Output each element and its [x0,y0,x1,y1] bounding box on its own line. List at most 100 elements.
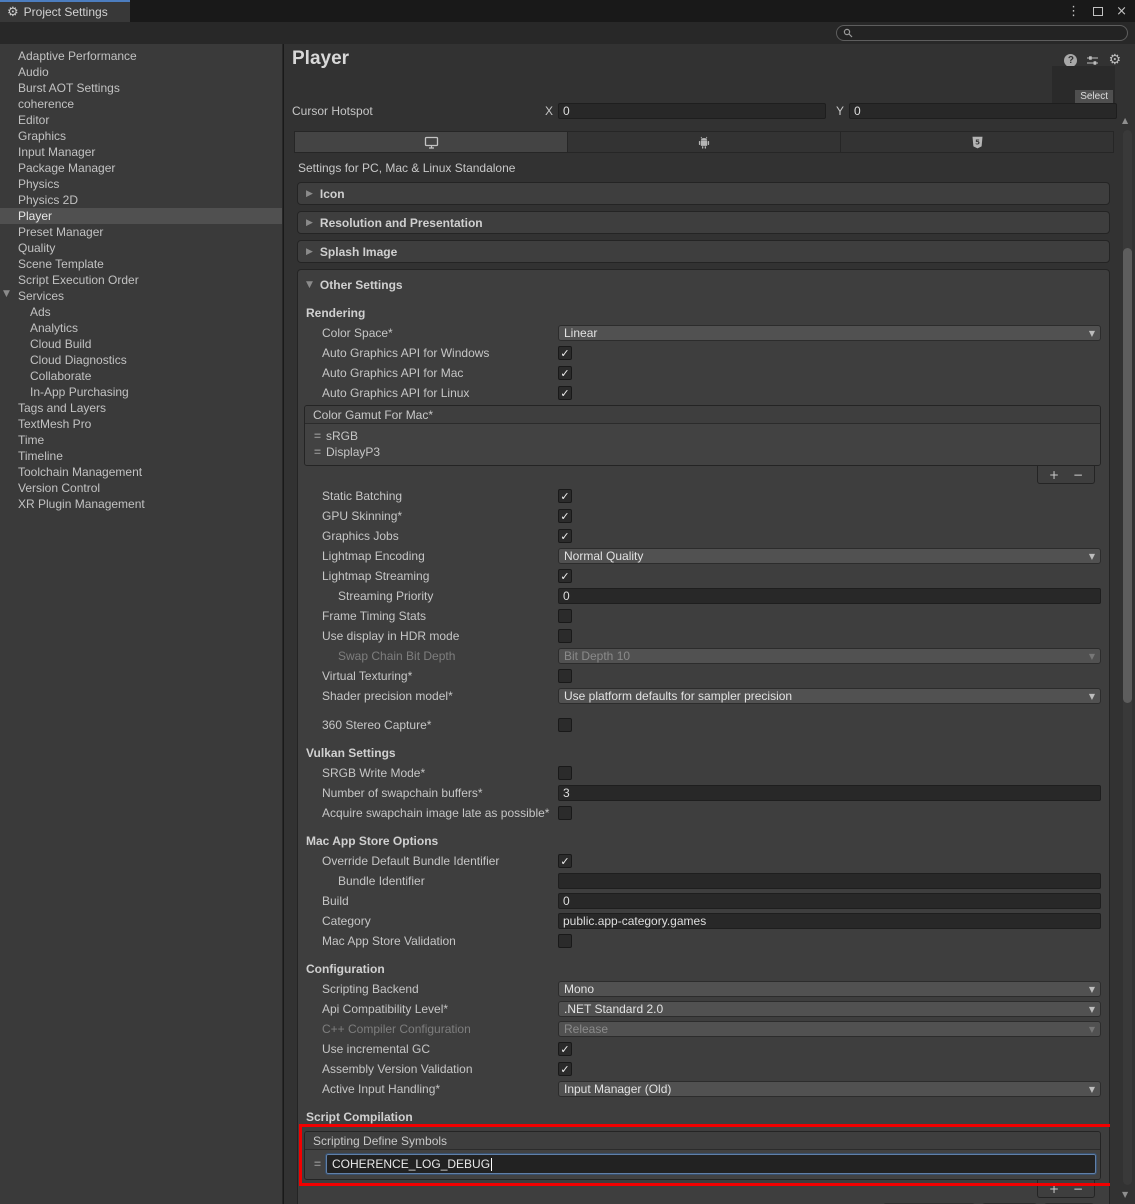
static-batching-checkbox[interactable]: ✓ [558,489,572,503]
project-settings-tab[interactable]: ⚙ Project Settings [0,2,130,22]
sidebar-item-package-manager[interactable]: Package Manager [0,160,282,176]
sidebar-item-burst-aot-settings[interactable]: Burst AOT Settings [0,80,282,96]
drag-handle-icon[interactable]: = [314,429,320,443]
tab-standalone[interactable] [295,132,568,152]
sidebar-item-cloud-build[interactable]: Cloud Build [0,336,282,352]
api-compatibility-level-dropdown[interactable]: .NET Standard 2.0▼ [558,1001,1101,1017]
hotspot-x-field[interactable]: 0 [558,103,826,119]
virtual-texturing-checkbox[interactable] [558,669,572,683]
sidebar-item-input-manager[interactable]: Input Manager [0,144,282,160]
scroll-down-icon[interactable]: ▼ [1122,1190,1128,1199]
sidebar-item-label: Adaptive Performance [18,49,137,63]
list-item[interactable]: =sRGB [305,428,1100,444]
build-field[interactable]: 0 [558,893,1101,909]
sidebar-item-collaborate[interactable]: Collaborate [0,368,282,384]
category-field[interactable]: public.app-category.games [558,913,1101,929]
sidebar-item-player[interactable]: Player [0,208,282,224]
sidebar-item-toolchain-management[interactable]: Toolchain Management [0,464,282,480]
lightmap-encoding-dropdown[interactable]: Normal Quality▼ [558,548,1101,564]
hotspot-x-label: X [545,104,553,118]
auto-graphics-api-for-linux-checkbox[interactable]: ✓ [558,386,572,400]
mac-app-store-validation-checkbox[interactable] [558,934,572,948]
add-item-button[interactable]: + [1049,469,1059,481]
window-menu-icon[interactable]: ⋮ [1067,4,1080,19]
expander-icon[interactable]: ▼ [3,289,10,299]
sidebar-item-editor[interactable]: Editor [0,112,282,128]
scrollbar-track[interactable] [1123,130,1132,1185]
other-settings-header[interactable]: ▼ Other Settings [304,275,1101,295]
remove-item-button[interactable]: − [1073,469,1083,481]
sidebar-item-tags-and-layers[interactable]: Tags and Layers [0,400,282,416]
sidebar-item-services[interactable]: ▼Services [0,288,282,304]
sidebar-item-ads[interactable]: Ads [0,304,282,320]
window-maximize-icon[interactable] [1093,7,1103,16]
sidebar-item-coherence[interactable]: coherence [0,96,282,112]
use-incremental-gc-checkbox[interactable]: ✓ [558,1042,572,1056]
active-input-handling-dropdown[interactable]: Input Manager (Old)▼ [558,1081,1101,1097]
section-splash-image[interactable]: ▶Splash Image [297,240,1110,263]
help-icon[interactable]: ? [1064,54,1077,67]
360-stereo-capture-checkbox[interactable] [558,718,572,732]
sidebar-item-label: Analytics [30,321,78,335]
sidebar-item-script-execution-order[interactable]: Script Execution Order [0,272,282,288]
override-default-bundle-identifier-checkbox[interactable]: ✓ [558,854,572,868]
lightmap-streaming-checkbox[interactable]: ✓ [558,569,572,583]
gear-icon[interactable]: ⚙ [1108,53,1121,67]
srgb-write-mode-checkbox[interactable] [558,766,572,780]
check-icon: ✓ [560,856,569,867]
color-space-dropdown[interactable]: Linear▼ [558,325,1101,341]
sidebar-item-physics[interactable]: Physics [0,176,282,192]
section-resolution-and-presentation[interactable]: ▶Resolution and Presentation [297,211,1110,234]
sidebar-item-cloud-diagnostics[interactable]: Cloud Diagnostics [0,352,282,368]
streaming-priority-field[interactable]: 0 [558,588,1101,604]
hotspot-y-field[interactable]: 0 [849,103,1117,119]
tab-android[interactable] [568,132,841,152]
sidebar-item-version-control[interactable]: Version Control [0,480,282,496]
other-settings-box: ▼ Other Settings RenderingColor Space*Li… [297,269,1110,1204]
define-symbol-input[interactable]: COHERENCE_LOG_DEBUG [326,1154,1096,1174]
sidebar-item-adaptive-performance[interactable]: Adaptive Performance [0,48,282,64]
sidebar-item-scene-template[interactable]: Scene Template [0,256,282,272]
chevron-down-icon: ▼ [1089,1025,1095,1034]
assembly-version-validation-checkbox[interactable]: ✓ [558,1062,572,1076]
tab-webgl[interactable]: 5 [841,132,1113,152]
cursor-texture-preview[interactable]: Select [1052,66,1115,106]
bundle-identifier-field[interactable] [558,873,1101,889]
auto-graphics-api-for-windows-checkbox[interactable]: ✓ [558,346,572,360]
number-of-swapchain-buffers-field[interactable]: 3 [558,785,1101,801]
sidebar-item-time[interactable]: Time [0,432,282,448]
auto-graphics-api-for-mac-checkbox[interactable]: ✓ [558,366,572,380]
sidebar-item-timeline[interactable]: Timeline [0,448,282,464]
setting-label: Acquire swapchain image late as possible… [304,806,558,820]
window-close-icon[interactable]: × [1116,4,1127,19]
list-item[interactable]: =DisplayP3 [305,444,1100,460]
shader-precision-model-dropdown[interactable]: Use platform defaults for sampler precis… [558,688,1101,704]
scroll-up-icon[interactable]: ▲ [1122,116,1128,125]
vertical-scrollbar[interactable]: ▲ ▼ [1121,110,1133,1201]
frame-timing-stats-checkbox[interactable] [558,609,572,623]
search-box[interactable] [836,25,1128,41]
sidebar-item-preset-manager[interactable]: Preset Manager [0,224,282,240]
gpu-skinning-checkbox[interactable]: ✓ [558,509,572,523]
use-display-in-hdr-mode-checkbox[interactable] [558,629,572,643]
graphics-jobs-checkbox[interactable]: ✓ [558,529,572,543]
presets-icon[interactable] [1086,55,1099,66]
search-input[interactable] [857,27,1107,39]
remove-item-button[interactable]: − [1073,1183,1083,1195]
sidebar-item-textmesh-pro[interactable]: TextMesh Pro [0,416,282,432]
drag-handle-icon[interactable]: = [314,445,320,459]
scripting-backend-dropdown[interactable]: Mono▼ [558,981,1101,997]
select-texture-button[interactable]: Select [1074,89,1114,104]
sidebar-item-graphics[interactable]: Graphics [0,128,282,144]
sidebar-item-analytics[interactable]: Analytics [0,320,282,336]
sidebar-item-audio[interactable]: Audio [0,64,282,80]
sidebar-item-xr-plugin-management[interactable]: XR Plugin Management [0,496,282,512]
drag-handle-icon[interactable]: = [314,1157,320,1171]
sidebar-item-in-app-purchasing[interactable]: In-App Purchasing [0,384,282,400]
acquire-swapchain-image-late-as-possible-checkbox[interactable] [558,806,572,820]
section-icon[interactable]: ▶Icon [297,182,1110,205]
sidebar-item-physics-2d[interactable]: Physics 2D [0,192,282,208]
add-item-button[interactable]: + [1049,1183,1059,1195]
sidebar-item-quality[interactable]: Quality [0,240,282,256]
scrollbar-thumb[interactable] [1123,248,1132,703]
